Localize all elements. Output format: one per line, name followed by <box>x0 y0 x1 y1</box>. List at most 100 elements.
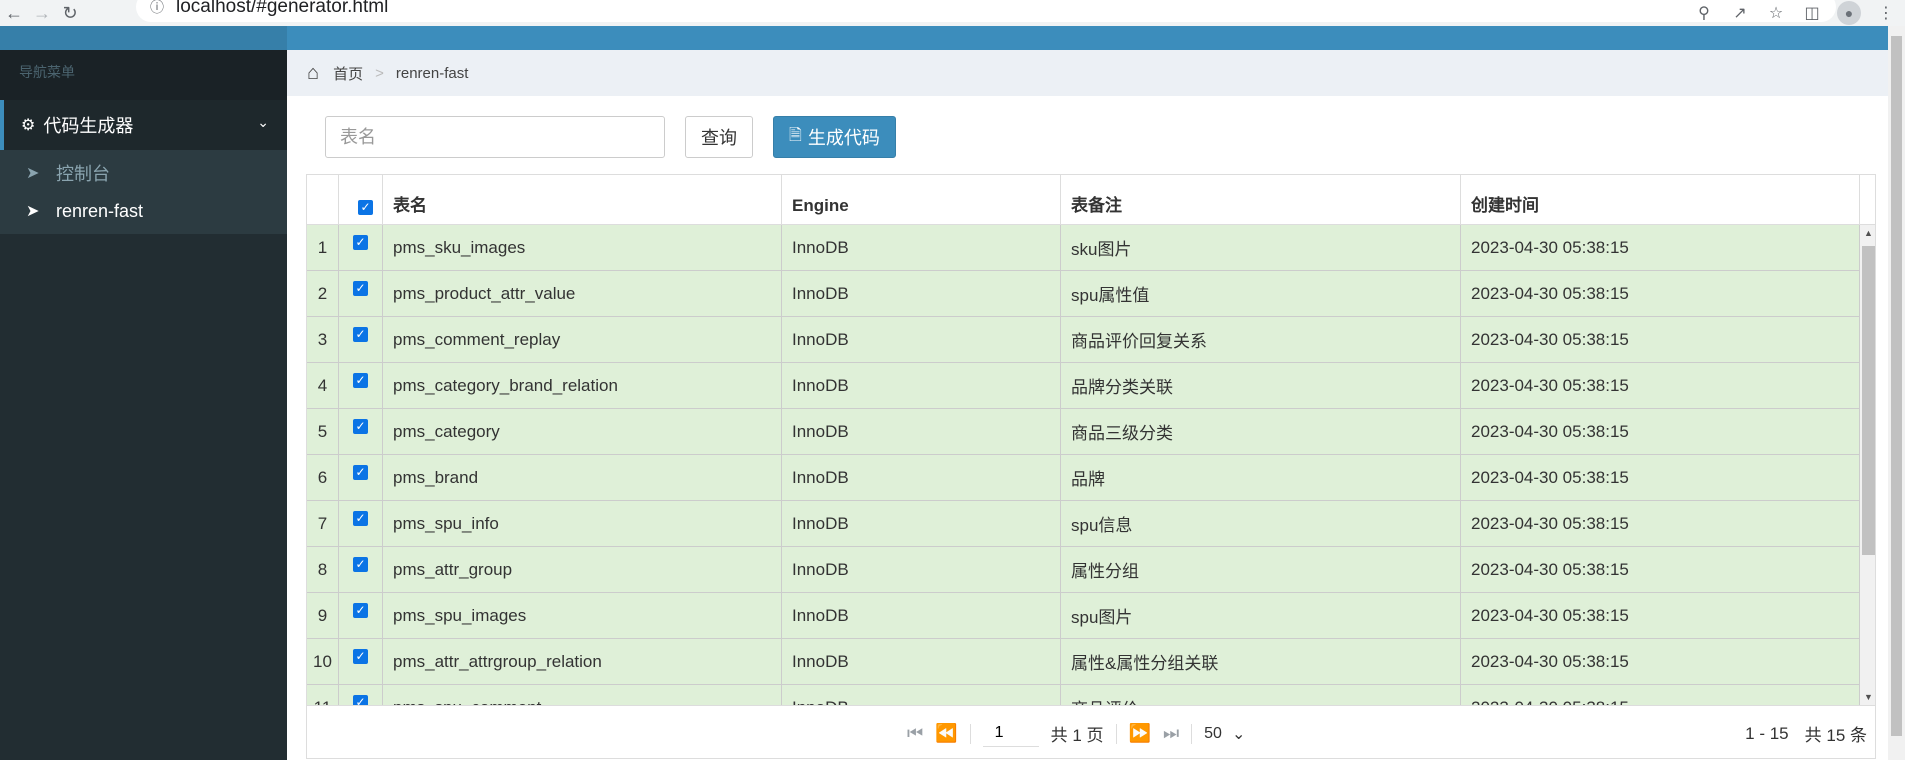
table-row[interactable]: 2 ✓ pms_product_attr_value InnoDB spu属性值 2023… <box>307 271 1860 317</box>
header-select-all[interactable]: ✓ <box>339 175 383 224</box>
per-page-select[interactable]: 50 ⌄ <box>1204 724 1245 744</box>
scroll-thumb[interactable] <box>1862 246 1875 555</box>
header-created-time[interactable]: 创建时间 <box>1461 175 1860 224</box>
cell-table-name: pms_comment_replay <box>383 317 782 362</box>
cell-engine: InnoDB <box>782 455 1061 500</box>
row-checkbox[interactable]: ✓ <box>353 235 368 250</box>
profile-avatar[interactable]: ● <box>1837 1 1861 25</box>
site-info-icon[interactable]: ⓘ <box>150 0 164 17</box>
cell-table-name: pms_spu_images <box>383 593 782 638</box>
record-total: 共 15 条 <box>1804 726 1867 745</box>
table-row[interactable]: 3 ✓ pms_comment_replay InnoDB 商品评价回复关系 2023-0… <box>307 317 1860 363</box>
row-select[interactable]: ✓ <box>339 363 383 408</box>
row-number: 8 <box>307 547 339 592</box>
row-select[interactable]: ✓ <box>339 685 383 705</box>
gear-icon: ⚙ <box>21 117 36 134</box>
row-checkbox[interactable]: ✓ <box>353 511 368 526</box>
address-bar[interactable]: ⓘ localhost/#generator.html <box>136 0 1836 22</box>
row-checkbox[interactable]: ✓ <box>353 327 368 342</box>
side-panel-icon[interactable]: ◫ <box>1801 2 1823 24</box>
row-select[interactable]: ✓ <box>339 501 383 546</box>
scroll-down-arrow-icon[interactable]: ▼ <box>1860 689 1875 705</box>
sidebar-item-console[interactable]: ➤ 控制台 <box>0 154 287 192</box>
row-checkbox[interactable]: ✓ <box>353 557 368 572</box>
cell-engine: InnoDB <box>782 409 1061 454</box>
row-select[interactable]: ✓ <box>339 547 383 592</box>
sidebar-item-renren-fast[interactable]: ➤ renren-fast <box>0 192 287 230</box>
breadcrumb-home[interactable]: 首页 <box>333 63 363 84</box>
row-select[interactable]: ✓ <box>339 409 383 454</box>
share-icon[interactable]: ↗ <box>1729 2 1751 24</box>
cell-engine: InnoDB <box>782 685 1061 705</box>
cell-created-time: 2023-04-30 05:38:15 <box>1461 363 1860 408</box>
cell-comment: spu属性值 <box>1061 271 1461 316</box>
row-select[interactable]: ✓ <box>339 317 383 362</box>
more-icon[interactable]: ⋮ <box>1875 2 1897 24</box>
header-engine[interactable]: Engine <box>782 175 1061 224</box>
prev-page-icon[interactable]: ⏪ <box>935 723 957 744</box>
breadcrumb: ⌂ 首页 > renren-fast <box>287 50 1905 96</box>
table-grid: ✓ 表名 Engine 表备注 创建时间 1 ✓ pms_sku_images Inn… <box>306 174 1876 759</box>
table-row[interactable]: 4 ✓ pms_category_brand_relation InnoDB 品牌分类关… <box>307 363 1860 409</box>
scroll-up-arrow-icon[interactable]: ▲ <box>1860 225 1875 241</box>
row-number: 4 <box>307 363 339 408</box>
reload-icon[interactable]: ↻ <box>56 0 84 26</box>
row-select[interactable]: ✓ <box>339 455 383 500</box>
page-scrollbar[interactable] <box>1888 26 1905 760</box>
row-number: 5 <box>307 409 339 454</box>
select-all-checkbox[interactable]: ✓ <box>358 200 373 215</box>
row-checkbox[interactable]: ✓ <box>353 373 368 388</box>
row-checkbox[interactable]: ✓ <box>353 465 368 480</box>
table-row[interactable]: 7 ✓ pms_spu_info InnoDB spu信息 2023-04-30 05:3… <box>307 501 1860 547</box>
toolbar: 查询 🗎 生成代码 <box>325 116 896 158</box>
table-row[interactable]: 10 ✓ pms_attr_attrgroup_relation InnoDB 属性&属… <box>307 639 1860 685</box>
menu-group-code-generator[interactable]: ⚙ 代码生成器 ⌄ <box>0 100 287 150</box>
search-icon[interactable]: ⚲ <box>1693 2 1715 24</box>
cell-comment: 属性分组 <box>1061 547 1461 592</box>
row-select[interactable]: ✓ <box>339 271 383 316</box>
table-row[interactable]: 8 ✓ pms_attr_group InnoDB 属性分组 2023-04-30 05:… <box>307 547 1860 593</box>
row-checkbox[interactable]: ✓ <box>353 281 368 296</box>
header-table-name[interactable]: 表名 <box>383 175 782 224</box>
page-number-input[interactable] <box>982 720 1039 747</box>
row-checkbox[interactable]: ✓ <box>353 695 368 705</box>
home-icon[interactable]: ⌂ <box>307 62 319 85</box>
pager-divider <box>1115 723 1117 744</box>
query-button[interactable]: 查询 <box>685 116 753 158</box>
row-select[interactable]: ✓ <box>339 225 383 270</box>
row-checkbox[interactable]: ✓ <box>353 603 368 618</box>
pager-divider <box>1191 723 1193 744</box>
rocket-icon: ➤ <box>26 203 40 220</box>
table-row[interactable]: 1 ✓ pms_sku_images InnoDB sku图片 2023-04-30 05… <box>307 225 1860 271</box>
table-row[interactable]: 5 ✓ pms_category InnoDB 商品三级分类 2023-04-30 05:… <box>307 409 1860 455</box>
row-select[interactable]: ✓ <box>339 593 383 638</box>
chevron-down-icon: ⌄ <box>1231 725 1246 743</box>
cell-comment: 品牌分类关联 <box>1061 363 1461 408</box>
table-row[interactable]: 11 ✓ pms_spu_commentInnoDB商品评价2023-04-30 0… <box>307 685 1860 705</box>
header-comment[interactable]: 表备注 <box>1061 175 1461 224</box>
cell-table-name: pms_attr_attrgroup_relation <box>383 639 782 684</box>
row-checkbox[interactable]: ✓ <box>353 419 368 434</box>
first-page-icon[interactable]: ⏮ <box>907 723 923 744</box>
content-body: 查询 🗎 生成代码 ✓ 表名 Engine 表备注 创建时间 1 ✓ pms_sku… <box>287 96 1905 760</box>
page-scroll-thumb[interactable] <box>1891 36 1902 736</box>
table-row[interactable]: 9 ✓ pms_spu_images InnoDB spu图片 2023-04-30 05… <box>307 593 1860 639</box>
browser-toolbar: ← → ↻ ⓘ localhost/#generator.html ⚲ ↗ ☆ … <box>0 0 1905 26</box>
row-number: 3 <box>307 317 339 362</box>
table-name-search-input[interactable] <box>325 116 665 158</box>
cell-engine: InnoDB <box>782 501 1061 546</box>
table-scrollbar[interactable]: ▲ ▼ <box>1860 225 1875 705</box>
forward-icon[interactable]: → <box>28 0 56 26</box>
table-header: ✓ 表名 Engine 表备注 创建时间 <box>307 175 1875 225</box>
back-icon[interactable]: ← <box>0 0 28 26</box>
file-code-icon: 🗎 <box>789 126 802 144</box>
generate-code-button[interactable]: 🗎 生成代码 <box>773 116 896 158</box>
row-number: 11 <box>307 685 339 705</box>
last-page-icon[interactable]: ⏭ <box>1163 723 1179 744</box>
table-row[interactable]: 6 ✓ pms_brand InnoDB 品牌 2023-04-30 05:38:15 <box>307 455 1860 501</box>
next-page-icon[interactable]: ⏩ <box>1129 723 1151 744</box>
row-select[interactable]: ✓ <box>339 639 383 684</box>
row-number: 2 <box>307 271 339 316</box>
row-checkbox[interactable]: ✓ <box>353 649 368 664</box>
star-icon[interactable]: ☆ <box>1765 2 1787 24</box>
